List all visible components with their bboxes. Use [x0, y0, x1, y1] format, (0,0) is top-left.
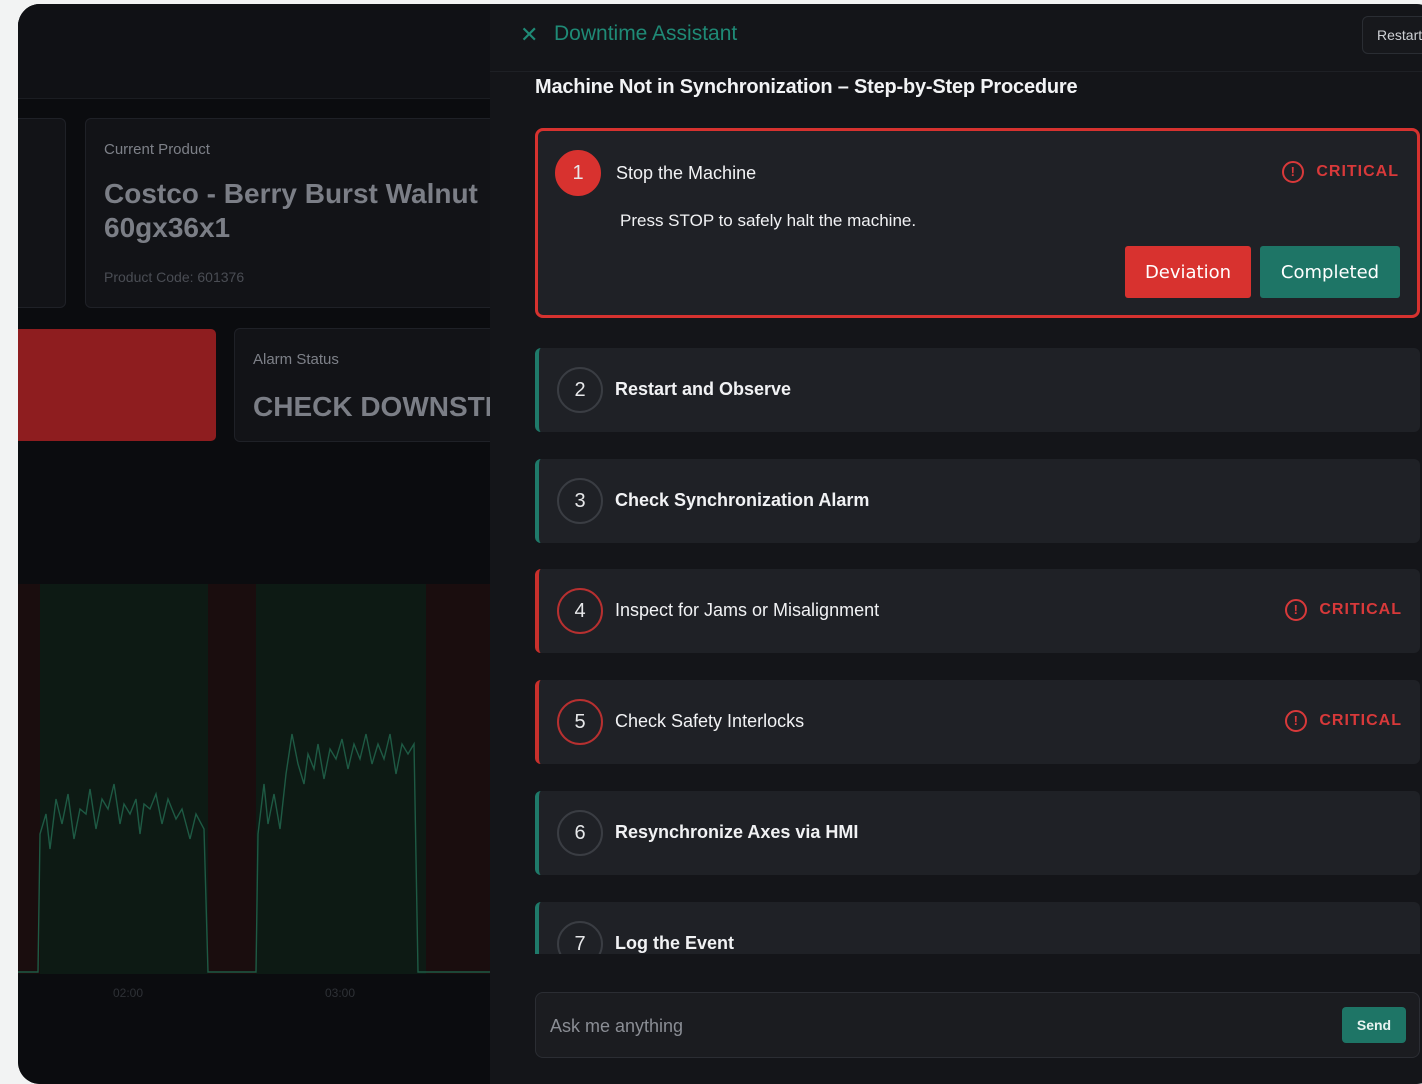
- critical-label: CRITICAL: [1316, 163, 1399, 180]
- alert-circle-icon: !: [1285, 599, 1308, 621]
- speed-chart-svg: [18, 584, 490, 974]
- close-icon[interactable]: ✕: [520, 24, 542, 46]
- critical-label: CRITICAL: [1319, 601, 1402, 618]
- step-description: Press STOP to safely halt the machine.: [620, 211, 917, 230]
- alert-circle-icon: !: [1285, 710, 1308, 732]
- procedure-title: Machine Not in Synchronization – Step-by…: [535, 76, 1078, 98]
- step-label: Restart and Observe: [615, 379, 792, 399]
- step-number: 4: [557, 588, 603, 634]
- step-item-7[interactable]: 7 Log the Event: [535, 902, 1420, 954]
- current-product-card: Current Product Costco - Berry Burst Wal…: [85, 118, 490, 308]
- chart-running-band: [40, 584, 208, 974]
- critical-label: CRITICAL: [1319, 712, 1402, 729]
- panel-title: Downtime Assistant: [554, 22, 738, 45]
- dashboard-topbar: [18, 4, 490, 99]
- alert-circle-icon: !: [1282, 161, 1305, 183]
- step-label: Check Safety Interlocks: [615, 711, 805, 731]
- alarm-status-value: CHECK DOWNSTR: [253, 391, 490, 422]
- machine-status-block: [18, 329, 216, 441]
- completed-button[interactable]: Completed: [1260, 246, 1400, 298]
- step-number: 2: [557, 367, 603, 413]
- step-number: 6: [557, 810, 603, 856]
- step-item-2[interactable]: 2 Restart and Observe: [535, 348, 1420, 432]
- panel-header: ✕ Downtime Assistant Restart: [490, 4, 1422, 72]
- chart-downtime-band: [18, 584, 40, 974]
- critical-badge: ! CRITICAL: [1285, 710, 1402, 732]
- restart-button[interactable]: Restart: [1362, 16, 1422, 54]
- step-number: 3: [557, 478, 603, 524]
- product-code-label: Product Code:: [104, 269, 194, 285]
- step-label: Inspect for Jams or Misalignment: [615, 600, 880, 620]
- chart-downtime-band: [208, 584, 256, 974]
- dashboard-background: Current Product Costco - Berry Burst Wal…: [18, 4, 490, 1084]
- step-item-5[interactable]: 5 Check Safety Interlocks ! CRITICAL: [535, 680, 1420, 764]
- product-code-value: 601376: [197, 269, 245, 285]
- deviation-button[interactable]: Deviation: [1125, 246, 1251, 298]
- step-number: 1: [555, 150, 601, 196]
- speed-chart: [18, 584, 490, 974]
- step-label: Log the Event: [615, 933, 735, 953]
- app-window: Current Product Costco - Berry Burst Wal…: [18, 4, 1422, 1084]
- product-code-row: Product Code: 601376: [104, 269, 244, 285]
- step-item-4[interactable]: 4 Inspect for Jams or Misalignment ! CRI…: [535, 569, 1420, 653]
- chart-running-band: [256, 584, 426, 974]
- current-product-label: Current Product: [104, 141, 210, 158]
- critical-badge: ! CRITICAL: [1285, 599, 1402, 621]
- step-label: Resynchronize Axes via HMI: [615, 822, 859, 842]
- chat-bar: Send: [535, 992, 1420, 1058]
- step-item-6[interactable]: 6 Resynchronize Axes via HMI: [535, 791, 1420, 875]
- chat-input[interactable]: [550, 1011, 1310, 1041]
- dashboard-card-partial: [18, 118, 66, 308]
- downtime-assistant-panel: ✕ Downtime Assistant Restart Machine Not…: [490, 4, 1422, 1084]
- product-name: Costco - Berry Burst Walnut 60gx36x1: [104, 178, 478, 243]
- send-button[interactable]: Send: [1342, 1007, 1406, 1043]
- chart-tick-label: 03:00: [325, 986, 356, 1000]
- step-item-1[interactable]: 1 Stop the Machine ! CRITICAL Press STOP…: [535, 128, 1420, 318]
- step-label: Check Synchronization Alarm: [615, 490, 870, 510]
- alarm-status-label: Alarm Status: [253, 351, 339, 368]
- critical-badge: ! CRITICAL: [1282, 161, 1399, 183]
- chart-tick-label: 02:00: [113, 986, 144, 1000]
- step-number: 7: [557, 921, 603, 954]
- step-label: Stop the Machine: [616, 163, 757, 183]
- alarm-status-card: Alarm Status CHECK DOWNSTR: [234, 328, 490, 442]
- procedure-steps-list: 1 Stop the Machine ! CRITICAL Press STOP…: [535, 128, 1420, 954]
- step-number: 5: [557, 699, 603, 745]
- step-item-3[interactable]: 3 Check Synchronization Alarm: [535, 459, 1420, 543]
- chart-downtime-band: [426, 584, 490, 974]
